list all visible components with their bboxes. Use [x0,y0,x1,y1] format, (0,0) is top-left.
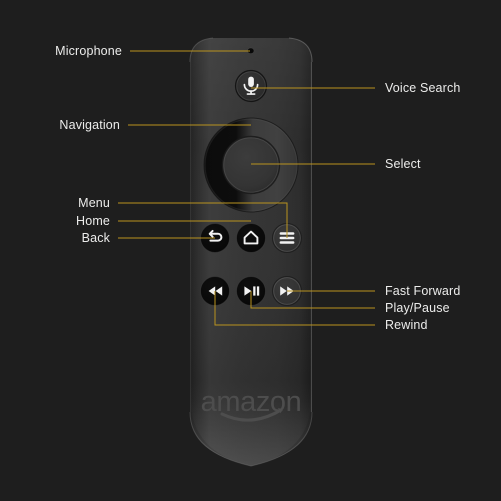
label-microphone: Microphone [55,44,122,58]
label-play-pause: Play/Pause [385,301,450,315]
label-home: Home [76,214,110,228]
home-button[interactable] [236,223,266,253]
amazon-logo: amazon [201,386,302,422]
select-button[interactable] [221,135,281,195]
label-voice-search: Voice Search [385,81,461,95]
diagram-canvas: amazon [118,37,375,467]
label-select: Select [385,157,421,171]
remote-callout-diagram: amazon Microphone Navigation Menu Home B… [0,0,501,501]
label-rewind: Rewind [385,318,428,332]
amazon-wordmark: amazon [201,386,302,418]
label-back: Back [81,231,110,245]
label-menu: Menu [78,196,110,210]
label-fast-forward: Fast Forward [385,284,461,298]
voice-search-button[interactable] [234,69,268,103]
label-navigation: Navigation [59,118,120,132]
